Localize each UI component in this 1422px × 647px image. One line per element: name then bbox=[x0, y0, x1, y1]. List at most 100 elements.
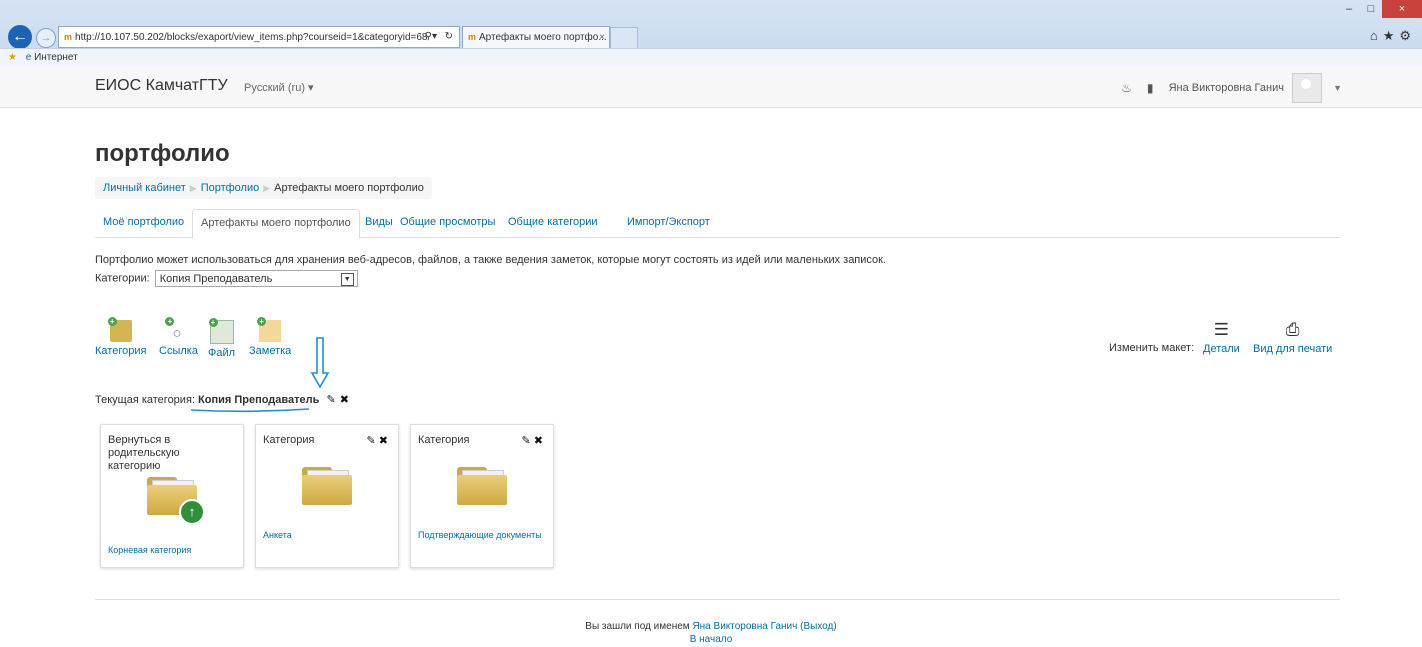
add-link-label: Ссылка bbox=[159, 345, 198, 357]
note-add-icon: + bbox=[257, 317, 282, 342]
tab-import-export[interactable]: Импорт/Экспорт bbox=[619, 209, 718, 236]
add-file-button[interactable]: + Файл bbox=[208, 318, 236, 359]
back-button[interactable]: ← bbox=[8, 25, 32, 49]
breadcrumb-separator-icon: ▶ bbox=[189, 183, 197, 193]
breadcrumb-dashboard[interactable]: Личный кабинет bbox=[103, 182, 186, 194]
refresh-icon[interactable]: ↻ bbox=[445, 27, 453, 47]
close-icon[interactable]: ✖ bbox=[534, 435, 543, 447]
add-note-label: Заметка bbox=[249, 345, 292, 357]
category-card-parent[interactable]: Вернуться в родительскую категорию ↑ Кор… bbox=[100, 424, 244, 568]
folder-icon[interactable] bbox=[457, 467, 507, 505]
current-category-label: Текущая категория: bbox=[95, 394, 195, 406]
favorites-icon[interactable]: ★ bbox=[1383, 28, 1400, 43]
window-controls: – □ × bbox=[1338, 0, 1422, 18]
annotation-underline bbox=[190, 408, 310, 413]
site-brand[interactable]: ЕИОС КамчатГТУ bbox=[95, 77, 228, 95]
chevron-down-icon[interactable]: ▼ bbox=[340, 273, 354, 286]
breadcrumb: Личный кабинет ▶ Портфолио ▶ Артефакты моего… bbox=[95, 177, 432, 199]
user-menu[interactable]: ♨ ▮ Яна Викторовна Ганич ▼ bbox=[1121, 73, 1342, 103]
details-view-button[interactable]: ☰ Детали bbox=[1203, 320, 1240, 355]
card-link[interactable]: Подтверждающие документы bbox=[418, 530, 542, 540]
close-window-icon[interactable]: × bbox=[1382, 0, 1422, 18]
close-icon[interactable]: ✖ bbox=[379, 435, 388, 447]
layout-label: Изменить макет: bbox=[1109, 342, 1195, 354]
pencil-icon[interactable]: ✎ bbox=[326, 394, 335, 406]
card-link[interactable]: Корневая категория bbox=[108, 545, 191, 555]
login-prefix: Вы зашли под именем bbox=[585, 621, 690, 632]
address-bar[interactable]: m http://10.107.50.202/blocks/exaport/vie… bbox=[58, 26, 460, 48]
bell-icon[interactable]: ♨ bbox=[1121, 81, 1132, 95]
intro-text: Портфолио может использоваться для хране… bbox=[95, 254, 887, 266]
add-note-button[interactable]: + Заметка bbox=[249, 317, 292, 357]
card-actions: ✎ ✖ bbox=[367, 434, 389, 447]
tab-artefacts[interactable]: Артефакты моего портфолио bbox=[192, 209, 360, 239]
minimize-icon[interactable]: – bbox=[1338, 0, 1360, 18]
logout-link[interactable]: (Выход) bbox=[800, 621, 837, 632]
file-add-icon: + bbox=[208, 318, 234, 344]
breadcrumb-portfolio[interactable]: Портфолио bbox=[201, 182, 260, 194]
category-select-value: Копия Преподаватель bbox=[159, 273, 273, 285]
card-actions: ✎ ✖ bbox=[522, 434, 544, 447]
card-title: Категория bbox=[418, 434, 470, 446]
pencil-icon[interactable]: ✎ bbox=[522, 435, 531, 447]
ie-icon: e bbox=[25, 52, 32, 63]
browser-tab[interactable]: m Артефакты моего портфо... × bbox=[462, 26, 610, 48]
category-select[interactable]: Копия Преподаватель ▼ bbox=[154, 270, 358, 287]
top-navbar: ЕИОС КамчатГТУ Русский (ru) ▾ ♨ ▮ Яна Ви… bbox=[0, 67, 1422, 108]
add-link-button[interactable]: + ○ Ссылка bbox=[159, 317, 198, 357]
category-label: Категории: bbox=[95, 272, 150, 285]
browser-tools: ⌂★⚙ bbox=[1370, 28, 1416, 44]
avatar[interactable] bbox=[1292, 73, 1323, 103]
print-icon: ⎙ bbox=[1285, 320, 1300, 339]
current-category-name: Копия Преподаватель bbox=[198, 394, 320, 406]
forward-button[interactable]: → bbox=[36, 28, 56, 48]
category-card[interactable]: Категория ✎ ✖ Анкета bbox=[255, 424, 399, 568]
language-menu[interactable]: Русский (ru) ▾ bbox=[244, 81, 314, 94]
favorites-link[interactable]: Интернет bbox=[34, 52, 78, 63]
tab-my-portfolio[interactable]: Моё портфолио bbox=[95, 209, 192, 236]
category-card[interactable]: Категория ✎ ✖ Подтверждающие документы bbox=[410, 424, 554, 568]
chevron-down-icon[interactable]: ▼ bbox=[1333, 83, 1342, 93]
pencil-icon[interactable]: ✎ bbox=[367, 435, 376, 447]
home-link[interactable]: В начало bbox=[690, 634, 733, 645]
tab-shared-views[interactable]: Общие просмотры bbox=[392, 209, 503, 236]
close-tab-icon[interactable]: × bbox=[599, 27, 605, 48]
folder-icon[interactable] bbox=[302, 467, 352, 505]
card-title: Вернуться в родительскую категорию bbox=[108, 434, 180, 472]
link-add-icon: + ○ bbox=[165, 317, 189, 342]
site-favicon-icon: m bbox=[64, 32, 73, 42]
tab-shared-categories[interactable]: Общие категории bbox=[500, 209, 605, 236]
maximize-icon[interactable]: □ bbox=[1360, 0, 1382, 18]
user-name[interactable]: Яна Викторовна Ганич bbox=[1169, 82, 1284, 94]
footer: Вы зашли под именем Яна Викторовна Ганич… bbox=[0, 620, 1422, 646]
current-category: Текущая категория: Копия Преподаватель ✎… bbox=[95, 393, 349, 406]
add-category-button[interactable]: + Категория bbox=[95, 317, 147, 357]
annotation-arrow-icon bbox=[310, 337, 330, 389]
message-icon[interactable]: ▮ bbox=[1147, 81, 1154, 95]
print-view-button[interactable]: ⎙ Вид для печати bbox=[1253, 320, 1332, 355]
tab-favicon-icon: m bbox=[468, 32, 477, 42]
card-link[interactable]: Анкета bbox=[263, 530, 292, 540]
category-selector-row: Категории: Копия Преподаватель ▼ bbox=[95, 270, 358, 287]
add-category-label: Категория bbox=[95, 345, 147, 357]
add-file-label: Файл bbox=[208, 347, 236, 359]
list-icon: ☰ bbox=[1213, 320, 1230, 339]
card-title: Категория bbox=[263, 434, 315, 446]
search-icon[interactable]: ⚲▾ bbox=[425, 27, 437, 47]
address-url: http://10.107.50.202/blocks/exaport/view… bbox=[75, 32, 428, 43]
print-view-label: Вид для печати bbox=[1253, 343, 1333, 355]
breadcrumb-current: Артефакты моего портфолио bbox=[274, 182, 424, 194]
close-icon[interactable]: ✖ bbox=[340, 394, 349, 406]
details-label: Детали bbox=[1203, 343, 1240, 355]
gear-icon[interactable]: ⚙ bbox=[1399, 28, 1416, 43]
browser-chrome: ← → m http://10.107.50.202/blocks/exaport… bbox=[0, 0, 1422, 67]
breadcrumb-separator-icon: ▶ bbox=[263, 183, 271, 193]
folder-add-icon: + bbox=[107, 317, 132, 342]
tab-bar: Моё портфолио Артефакты моего портфолио … bbox=[95, 209, 1340, 239]
new-tab-button[interactable] bbox=[610, 27, 638, 49]
home-icon[interactable]: ⌂ bbox=[1370, 28, 1383, 43]
footer-user-link[interactable]: Яна Викторовна Ганич bbox=[692, 621, 797, 632]
footer-divider bbox=[95, 599, 1340, 600]
folder-up-icon[interactable]: ↑ bbox=[147, 477, 205, 525]
favorites-star-icon[interactable]: ★ bbox=[8, 52, 17, 63]
